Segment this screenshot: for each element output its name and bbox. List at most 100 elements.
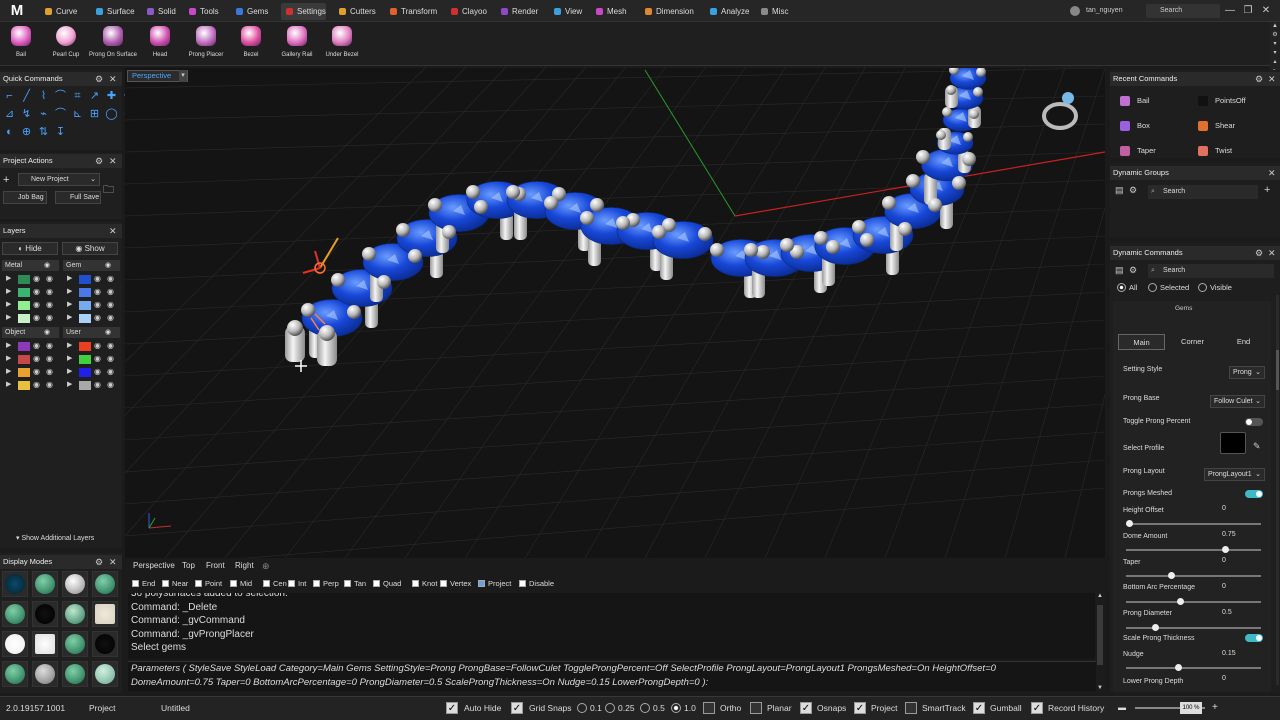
layer-row[interactable]: ▶ ◉ ◉ xyxy=(2,300,59,312)
eye-icon[interactable]: ◉ xyxy=(44,327,50,338)
add-group-icon[interactable]: + xyxy=(1264,184,1270,196)
layer-row[interactable]: ▶ ◉ ◉ xyxy=(63,380,120,392)
layer-row[interactable]: ▶ ◉ ◉ xyxy=(2,380,59,392)
display-mode-dark[interactable] xyxy=(92,631,118,657)
eye-icon[interactable]: ◉ xyxy=(33,300,40,309)
layer-group-metal[interactable]: Metal ◉ xyxy=(2,260,59,271)
close-icon[interactable]: ✕ xyxy=(1268,166,1276,180)
visibility-icon[interactable]: ◉ xyxy=(46,300,53,309)
menu-tab-misc[interactable]: Misc xyxy=(756,3,788,20)
expand-arrow-icon[interactable]: ▶ xyxy=(6,367,11,375)
prong-tip[interactable] xyxy=(916,150,930,164)
eye-icon[interactable]: ◉ xyxy=(33,287,40,296)
prong-tip[interactable] xyxy=(616,216,630,230)
prong-tip[interactable] xyxy=(973,87,983,97)
dynamic-groups-search-input[interactable]: ⌕ Search xyxy=(1148,185,1258,199)
recent-command-box[interactable]: Box xyxy=(1120,120,1150,132)
lower-prong-depth-value[interactable]: 0 xyxy=(1222,675,1226,682)
menu-tab-solid[interactable]: Solid xyxy=(142,3,176,20)
height-offset-value[interactable]: 0 xyxy=(1222,505,1226,512)
prong-tip[interactable] xyxy=(474,200,488,214)
expand-arrow-icon[interactable]: ▶ xyxy=(67,274,72,282)
rebuild-icon[interactable]: ⌗ xyxy=(71,90,84,103)
osnap-checkbox[interactable] xyxy=(263,580,270,587)
expand-arrow-icon[interactable]: ▶ xyxy=(67,341,72,349)
menu-tab-view[interactable]: View xyxy=(549,3,582,20)
prong-tip[interactable] xyxy=(466,185,480,199)
menu-tab-clayoo[interactable]: Clayoo xyxy=(446,3,487,20)
full-save-button[interactable]: Full Save xyxy=(55,191,101,204)
prong-tip[interactable] xyxy=(408,249,422,263)
settings-icon[interactable]: ⚙ xyxy=(95,555,103,569)
expand-arrow-icon[interactable]: ▶ xyxy=(67,300,72,308)
display-mode-wireframe[interactable] xyxy=(2,571,28,597)
display-mode-chrome[interactable] xyxy=(32,661,58,687)
display-mode-rendered[interactable] xyxy=(62,571,88,597)
eye-icon[interactable]: ◉ xyxy=(105,260,111,271)
scale-prong-thickness-toggle[interactable] xyxy=(1245,634,1263,642)
move-icon[interactable]: ✚ xyxy=(105,90,118,103)
prong-tip[interactable] xyxy=(362,247,376,261)
eye-icon[interactable]: ◉ xyxy=(33,367,40,376)
eye-icon[interactable]: ◉ xyxy=(33,274,40,283)
osnap-checkbox[interactable] xyxy=(288,580,295,587)
prong-diameter-value[interactable]: 0.5 xyxy=(1222,609,1232,616)
prong-tip[interactable] xyxy=(442,225,456,239)
project-icon[interactable]: ↧ xyxy=(54,126,67,139)
prong-tip[interactable] xyxy=(898,222,912,236)
line-icon[interactable]: ╱ xyxy=(20,90,33,103)
polyline-icon[interactable]: ⌐ xyxy=(3,90,16,103)
layer-row[interactable]: ▶ ◉ ◉ xyxy=(63,367,120,379)
planar-checkbox[interactable] xyxy=(750,702,762,714)
record-history-checkbox[interactable]: ✓ xyxy=(1031,702,1043,714)
layer-color-swatch[interactable] xyxy=(79,368,91,377)
prong-tip[interactable] xyxy=(860,233,874,247)
circle-icon[interactable]: ◯ xyxy=(105,108,118,121)
gem-chain[interactable] xyxy=(301,68,987,358)
edit-profile-icon[interactable]: ✎ xyxy=(1253,441,1261,452)
layer-color-swatch[interactable] xyxy=(79,355,91,364)
menu-tab-mesh[interactable]: Mesh xyxy=(591,3,627,20)
prong-tip[interactable] xyxy=(301,303,315,317)
grid-0-1-radio[interactable] xyxy=(577,703,587,713)
prong-tip[interactable] xyxy=(396,223,410,237)
osnap-near[interactable]: Near xyxy=(162,579,188,588)
layer-row[interactable]: ▶ ◉ ◉ xyxy=(2,274,59,286)
ribbon-tool-pearl-cup[interactable]: Pearl Cup xyxy=(40,24,92,58)
layer-color-swatch[interactable] xyxy=(79,275,91,284)
layer-row[interactable]: ▶ ◉ ◉ xyxy=(63,300,120,312)
display-mode-monochrome[interactable] xyxy=(32,631,58,657)
tab-corner[interactable]: Corner xyxy=(1169,334,1216,350)
bottom-arc-value[interactable]: 0 xyxy=(1222,583,1226,590)
visibility-icon[interactable]: ◉ xyxy=(46,354,53,363)
eye-icon[interactable]: ◉ xyxy=(94,300,101,309)
layer-row[interactable]: ▶ ◉ ◉ xyxy=(63,341,120,353)
osnap-checkbox[interactable] xyxy=(313,580,320,587)
menu-tab-curve[interactable]: Curve xyxy=(40,3,77,20)
shade-icon[interactable]: ◐ xyxy=(3,126,16,139)
osnap-disable[interactable]: Disable xyxy=(519,579,554,588)
recent-command-twist[interactable]: Twist xyxy=(1198,145,1232,157)
layer-color-swatch[interactable] xyxy=(18,301,30,310)
blend-icon[interactable]: ⊾ xyxy=(71,108,84,121)
osnap-checkbox[interactable] xyxy=(478,580,485,587)
prong-tip[interactable] xyxy=(962,152,976,166)
visibility-icon[interactable]: ◉ xyxy=(107,354,114,363)
osnap-checkbox[interactable] xyxy=(195,580,202,587)
layer-color-swatch[interactable] xyxy=(18,314,30,323)
array-icon[interactable]: ⊞ xyxy=(88,108,101,121)
eye-icon[interactable]: ◉ xyxy=(33,313,40,322)
ribbon-tool-under-bezel[interactable]: Under Bezel xyxy=(316,24,368,58)
layer-row[interactable]: ▶ ◉ ◉ xyxy=(2,341,59,353)
layer-row[interactable]: ▶ ◉ ◉ xyxy=(63,274,120,286)
viewport-scene[interactable] xyxy=(125,68,1105,558)
layer-color-swatch[interactable] xyxy=(79,381,91,390)
grid-0-25-radio[interactable] xyxy=(605,703,615,713)
prong-tip[interactable] xyxy=(946,85,956,95)
prong-tip[interactable] xyxy=(652,225,666,239)
menu-tab-gems[interactable]: Gems xyxy=(231,3,268,20)
layer-color-swatch[interactable] xyxy=(79,314,91,323)
split-icon[interactable]: ↯ xyxy=(20,108,33,121)
prong-tip[interactable] xyxy=(780,238,794,252)
expand-arrow-icon[interactable]: ▶ xyxy=(6,274,11,282)
